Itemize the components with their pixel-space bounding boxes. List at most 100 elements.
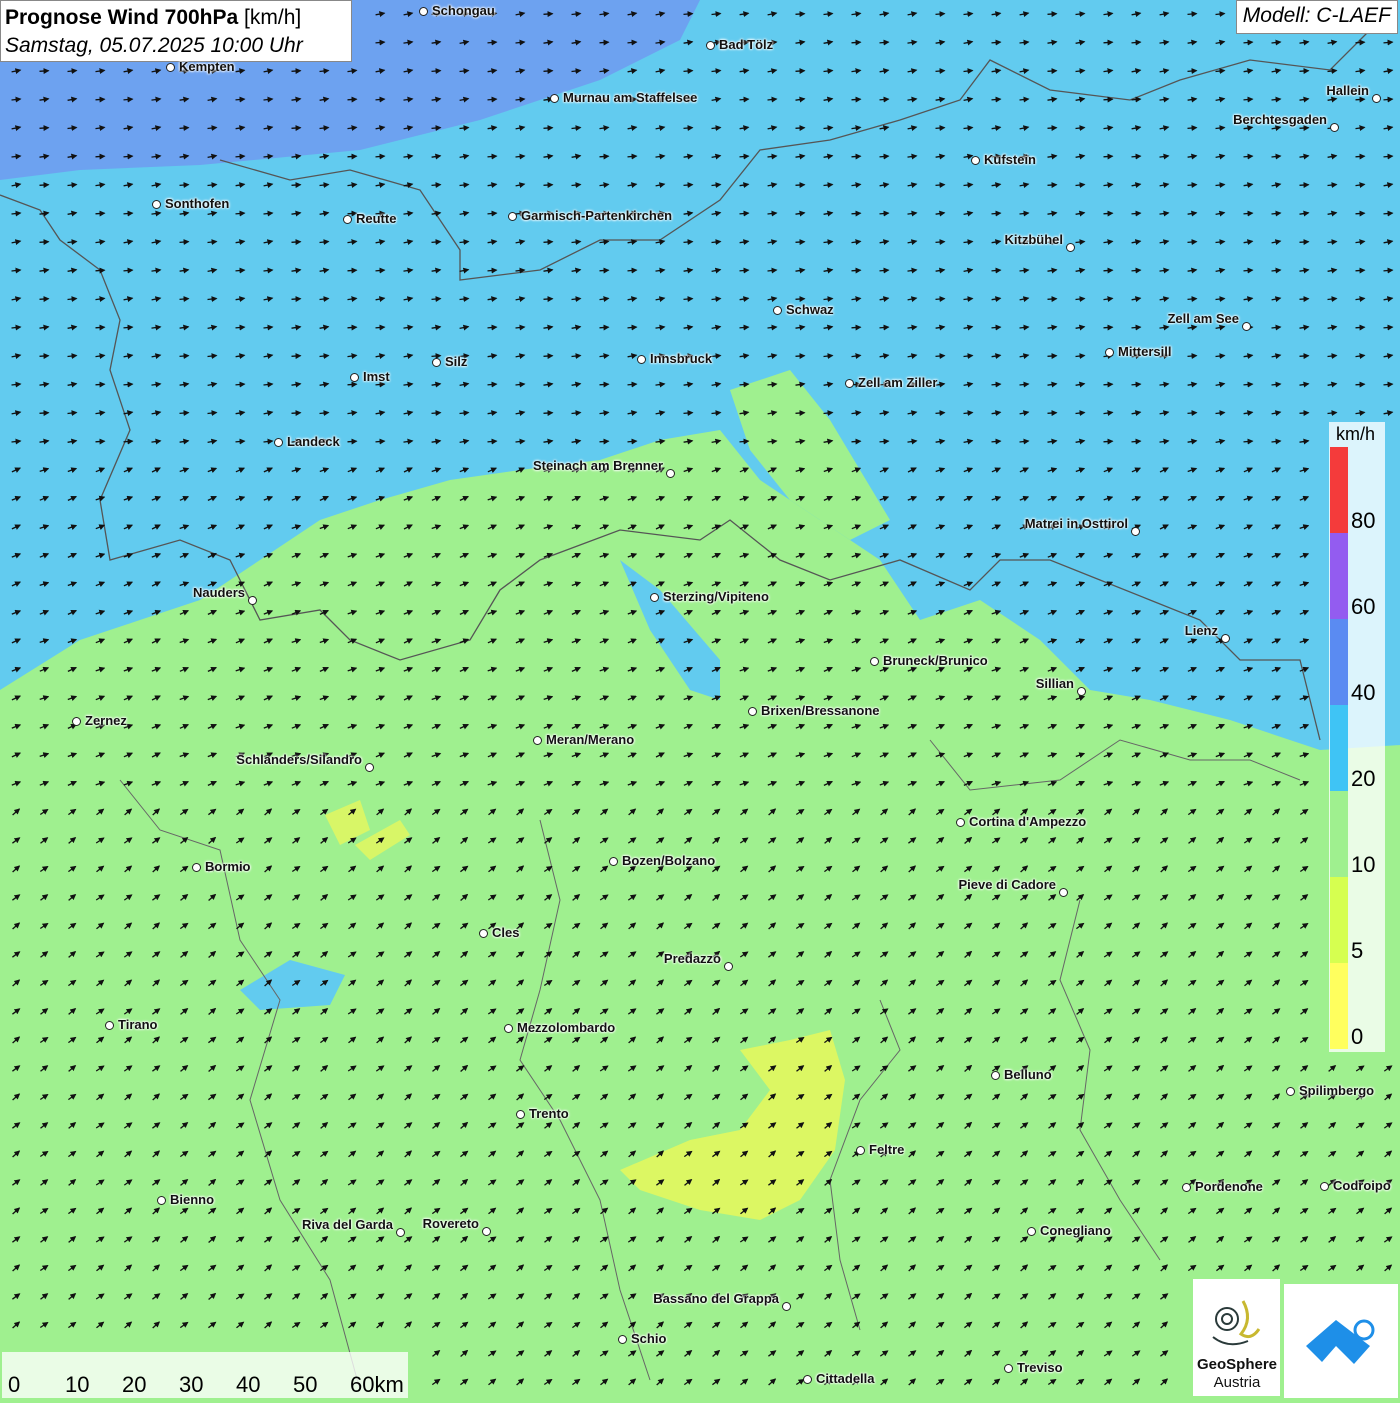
wind-arrow (935, 182, 946, 189)
city-label[interactable]: Feltre (869, 1143, 904, 1157)
wind-arrow (683, 11, 694, 18)
wind-arrow (39, 410, 50, 417)
city-label[interactable]: Schio (631, 1332, 666, 1346)
city-label[interactable]: Innsbruck (650, 352, 712, 366)
city-label[interactable]: Bassano del Grappa (653, 1292, 779, 1306)
city-label[interactable]: Cittadella (816, 1372, 875, 1386)
city-dot (166, 63, 175, 72)
city-dot (479, 929, 488, 938)
city-label[interactable]: Schongau (432, 4, 495, 18)
city-dot (650, 593, 659, 602)
wind-arrow (1187, 125, 1198, 132)
city-label[interactable]: Kufstein (984, 153, 1036, 167)
wind-arrow (431, 182, 442, 189)
wind-arrow (627, 438, 638, 445)
city-label[interactable]: Landeck (287, 435, 340, 449)
wind-arrow (543, 182, 554, 189)
wind-arrow (599, 324, 610, 331)
weather-app-logo[interactable] (1284, 1284, 1398, 1398)
wind-arrow (235, 210, 246, 217)
city-label[interactable]: Meran/Merano (546, 733, 634, 747)
city-dot (1059, 888, 1068, 897)
legend-tick-label: 80 (1351, 508, 1376, 533)
wind-arrow (39, 182, 50, 189)
wind-arrow (235, 324, 246, 331)
city-label[interactable]: Bormio (205, 860, 251, 874)
city-label[interactable]: Matrei in Osttirol (1025, 517, 1128, 531)
wind-arrow (795, 353, 806, 360)
wind-arrow (1187, 182, 1198, 189)
city-label[interactable]: Conegliano (1040, 1224, 1111, 1238)
wind-arrow (375, 381, 386, 388)
wind-arrow (1047, 182, 1058, 189)
city-label[interactable]: Imst (363, 370, 390, 384)
wind-arrow (347, 381, 358, 388)
wind-arrow (543, 125, 554, 132)
city-label[interactable]: Cles (492, 926, 519, 940)
city-label[interactable]: Pieve di Cadore (958, 878, 1056, 892)
city-label[interactable]: Trento (529, 1107, 569, 1121)
city-label[interactable]: Bienno (170, 1193, 214, 1207)
city-label[interactable]: Belluno (1004, 1068, 1052, 1082)
city-dot (72, 717, 81, 726)
city-label[interactable]: Sillian (1036, 677, 1074, 691)
wind-arrow (795, 68, 806, 75)
city-label[interactable]: Zernez (85, 714, 127, 728)
legend-tick-label: 10 (1351, 852, 1376, 877)
wind-arrow (291, 68, 302, 75)
city-label[interactable]: Predazzo (664, 952, 721, 966)
city-label[interactable]: Schlanders/Silandro (236, 753, 362, 767)
city-label[interactable]: Brixen/Bressanone (761, 704, 880, 718)
city-label[interactable]: Berchtesgaden (1233, 113, 1327, 127)
wind-arrow (599, 381, 610, 388)
geosphere-swirl-icon (1212, 1300, 1261, 1346)
city-label[interactable]: Pordenone (1195, 1180, 1263, 1194)
city-label[interactable]: Sonthofen (165, 197, 229, 211)
wind-arrow (347, 267, 358, 274)
wind-arrow (1383, 39, 1394, 46)
city-label[interactable]: Bozen/Bolzano (622, 854, 715, 868)
city-label[interactable]: Spilimbergo (1299, 1084, 1374, 1098)
city-label[interactable]: Codroipo (1333, 1179, 1391, 1193)
city-label[interactable]: Mezzolombardo (517, 1021, 615, 1035)
city-label[interactable]: Riva del Garda (302, 1218, 393, 1232)
city-label[interactable]: Zell am See (1167, 312, 1239, 326)
city-label[interactable]: Kitzbühel (1005, 233, 1064, 247)
wind-arrow (991, 324, 1002, 331)
city-label[interactable]: Reutte (356, 212, 396, 226)
legend-tick-label: 20 (1351, 766, 1376, 791)
city-label[interactable]: Schwaz (786, 303, 834, 317)
wind-arrow (431, 239, 442, 246)
city-dot (504, 1024, 513, 1033)
city-label[interactable]: Tirano (118, 1018, 158, 1032)
scale-label: 30 (179, 1372, 204, 1397)
city-dot (192, 863, 201, 872)
city-label[interactable]: Murnau am Staffelsee (563, 91, 697, 105)
wind-arrow (1103, 210, 1114, 217)
city-label[interactable]: Garmisch-Partenkirchen (521, 209, 672, 223)
city-label[interactable]: Lienz (1185, 624, 1218, 638)
city-label[interactable]: Sterzing/Vipiteno (663, 590, 769, 604)
city-label[interactable]: Mittersill (1118, 345, 1171, 359)
city-dot (803, 1375, 812, 1384)
wind-arrow (1131, 39, 1142, 46)
city-label[interactable]: Nauders (193, 586, 245, 600)
city-label[interactable]: Zell am Ziller (858, 376, 937, 390)
city-dot (637, 355, 646, 364)
city-label[interactable]: Bad Tölz (719, 38, 773, 52)
city-label[interactable]: Bruneck/Brunico (883, 654, 988, 668)
wind-arrow (95, 381, 106, 388)
wind-arrow (291, 182, 302, 189)
city-label[interactable]: Steinach am Brenner (533, 459, 663, 473)
city-label[interactable]: Silz (445, 355, 467, 369)
city-label[interactable]: Cortina d'Ampezzo (969, 815, 1086, 829)
city-label[interactable]: Treviso (1017, 1361, 1063, 1375)
city-label[interactable]: Kempten (179, 60, 235, 74)
city-label[interactable]: Hallein (1326, 84, 1369, 98)
wind-arrow (1243, 381, 1254, 388)
city-dot (157, 1196, 166, 1205)
wind-arrow (235, 438, 246, 445)
wind-arrow (739, 153, 750, 160)
city-label[interactable]: Rovereto (423, 1217, 479, 1231)
wind-arrow (95, 210, 106, 217)
